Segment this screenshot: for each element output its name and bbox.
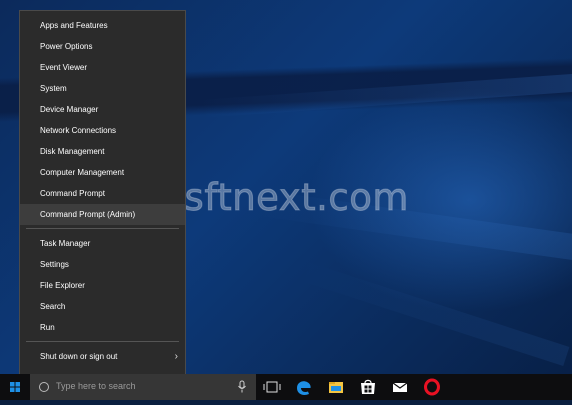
edge-taskbar-button[interactable] bbox=[288, 374, 320, 400]
microphone-icon[interactable] bbox=[237, 380, 247, 394]
menu-item-device-manager[interactable]: Device Manager bbox=[20, 99, 185, 120]
menu-item-command-prompt-admin[interactable]: Command Prompt (Admin) bbox=[20, 204, 185, 225]
mail-icon bbox=[392, 382, 408, 392]
task-view-icon bbox=[263, 381, 281, 393]
opera-icon bbox=[424, 378, 440, 396]
menu-item-computer-management[interactable]: Computer Management bbox=[20, 162, 185, 183]
taskbar-search-box[interactable]: Type here to search bbox=[30, 374, 256, 400]
menu-item-file-explorer[interactable]: File Explorer bbox=[20, 275, 185, 296]
menu-item-settings[interactable]: Settings bbox=[20, 254, 185, 275]
taskbar: Type here to search bbox=[0, 374, 572, 400]
cortana-icon bbox=[39, 382, 49, 392]
file-explorer-icon bbox=[329, 382, 343, 393]
search-placeholder: Type here to search bbox=[56, 381, 136, 391]
file-explorer-taskbar-button[interactable] bbox=[320, 374, 352, 400]
menu-item-event-viewer[interactable]: Event Viewer bbox=[20, 57, 185, 78]
mail-taskbar-button[interactable] bbox=[384, 374, 416, 400]
menu-item-apps-and-features[interactable]: Apps and Features bbox=[20, 15, 185, 36]
menu-item-task-manager[interactable]: Task Manager bbox=[20, 233, 185, 254]
menu-item-disk-management[interactable]: Disk Management bbox=[20, 141, 185, 162]
wallpaper-light-ray bbox=[199, 73, 572, 118]
store-taskbar-button[interactable] bbox=[352, 374, 384, 400]
watermark: msftnext.com bbox=[148, 176, 409, 220]
menu-item-system[interactable]: System bbox=[20, 78, 185, 99]
menu-item-run[interactable]: Run bbox=[20, 317, 185, 338]
menu-item-network-connections[interactable]: Network Connections bbox=[20, 120, 185, 141]
menu-item-command-prompt[interactable]: Command Prompt bbox=[20, 183, 185, 204]
chevron-right-icon: › bbox=[174, 351, 178, 362]
store-icon bbox=[361, 379, 375, 394]
task-view-button[interactable] bbox=[256, 374, 288, 400]
edge-icon bbox=[297, 381, 311, 395]
menu-item-power-options[interactable]: Power Options bbox=[20, 36, 185, 57]
menu-separator bbox=[26, 228, 179, 229]
windows-start-icon bbox=[10, 382, 20, 392]
opera-taskbar-button[interactable] bbox=[416, 374, 448, 400]
wallpaper-light-ray bbox=[296, 260, 570, 367]
menu-item-search[interactable]: Search bbox=[20, 296, 185, 317]
menu-separator bbox=[26, 341, 179, 342]
menu-item-label: Shut down or sign out bbox=[40, 352, 118, 361]
winx-power-user-menu: Apps and Features Power Options Event Vi… bbox=[19, 10, 186, 387]
menu-item-shutdown-or-sign-out[interactable]: Shut down or sign out › bbox=[20, 346, 185, 367]
start-button[interactable] bbox=[0, 374, 30, 400]
